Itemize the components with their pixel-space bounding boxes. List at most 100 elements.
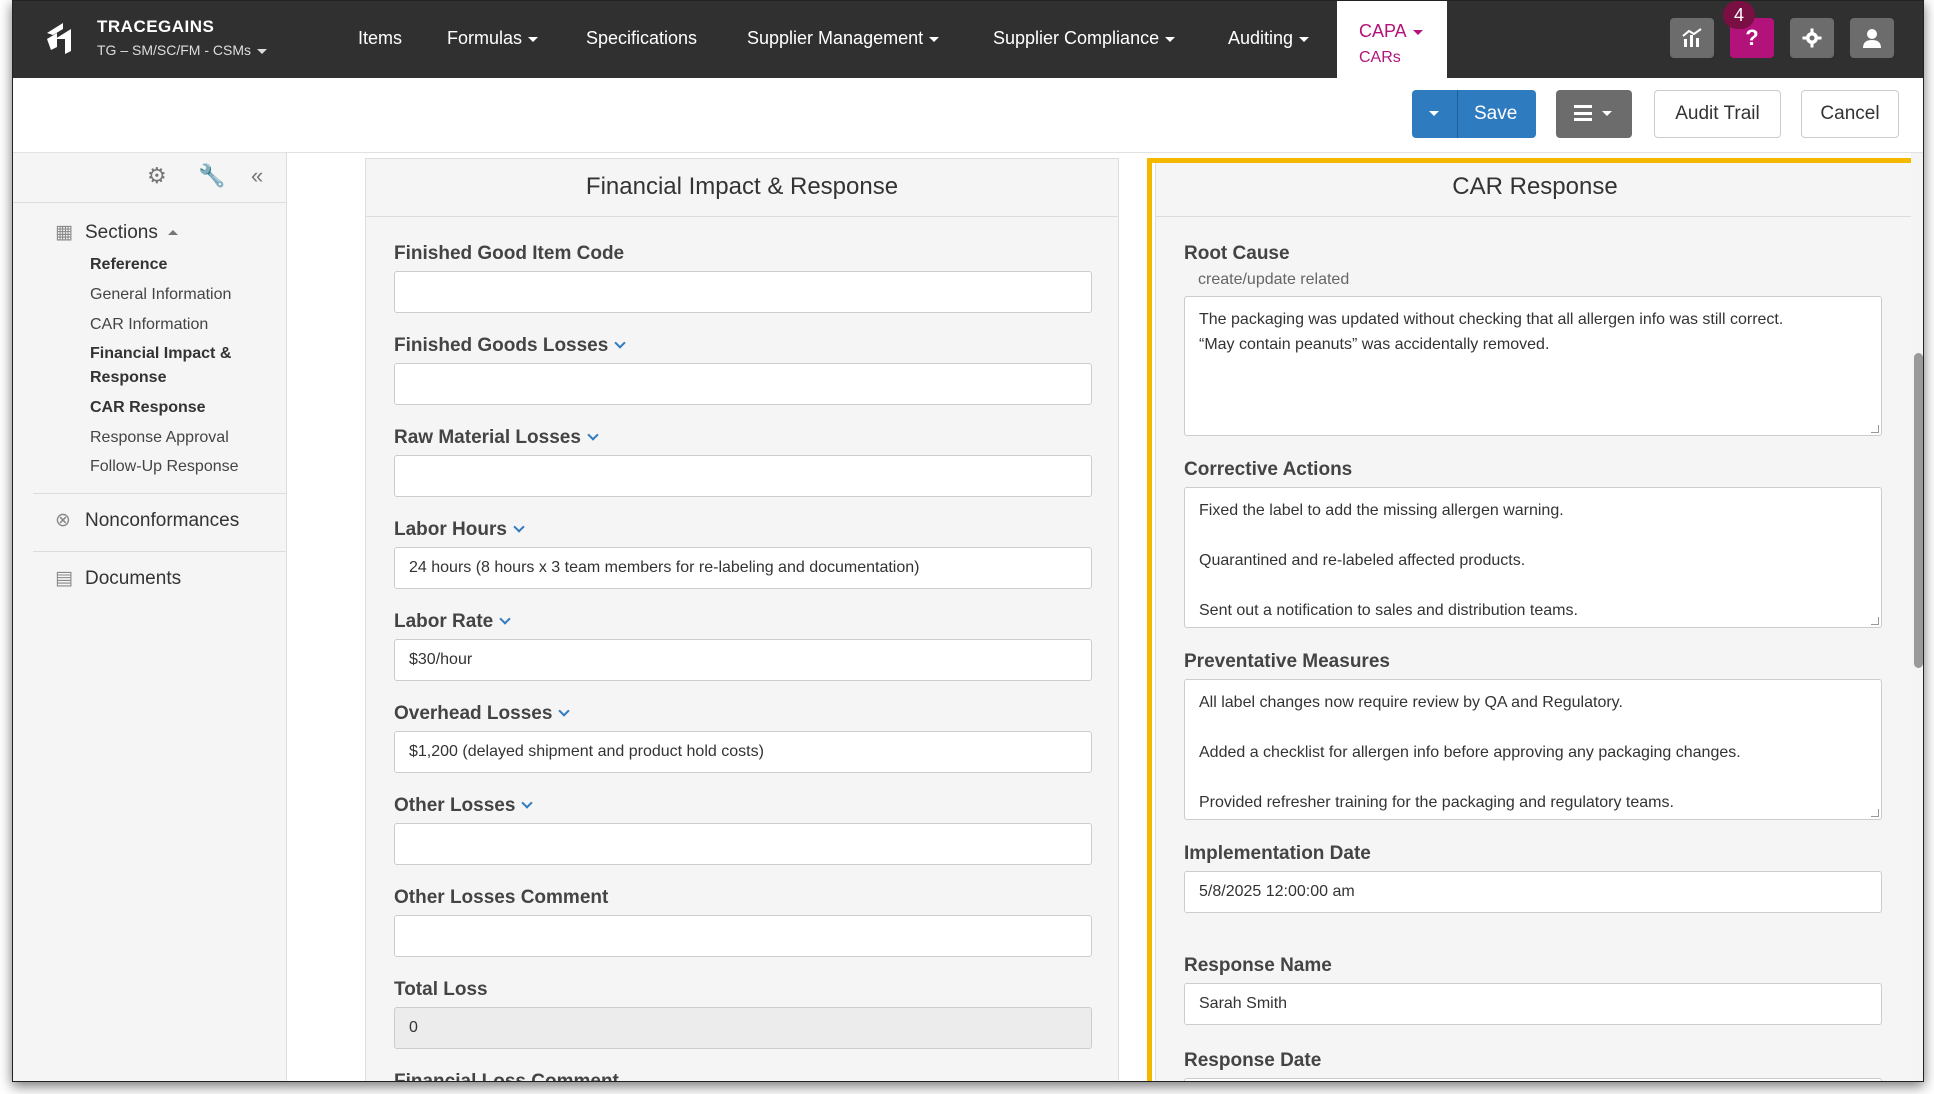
user-menu-button[interactable]: [1850, 18, 1894, 58]
sidebar-tools: ⚙ 🔧 «: [13, 153, 287, 203]
wrench-icon[interactable]: 🔧: [198, 163, 225, 189]
chevron-down-icon: [587, 429, 599, 441]
labor-rate-input[interactable]: $30/hour: [394, 639, 1092, 681]
grid-icon: ▦: [55, 222, 73, 243]
chevron-down-icon: [1299, 36, 1310, 42]
sidebar: ⚙ 🔧 « ▦ Sections Reference General Inform…: [13, 153, 287, 1081]
nav-auditing-label: Auditing: [1228, 28, 1294, 48]
chevron-down-icon: [1165, 36, 1176, 42]
help-icon: ?: [1745, 25, 1759, 50]
focus-highlight-frame: [1147, 158, 1923, 1081]
analytics-button[interactable]: [1670, 18, 1714, 58]
overhead-losses-label[interactable]: Overhead Losses: [394, 703, 571, 725]
other-losses-comment-input[interactable]: [394, 915, 1092, 957]
audit-trail-button[interactable]: Audit Trail: [1654, 90, 1781, 138]
nonconformances-label: Nonconformances: [85, 510, 240, 531]
brand[interactable]: TRACEGAINS TG – SM/SC/FM - CSMs: [41, 15, 301, 65]
save-button[interactable]: Save: [1474, 103, 1517, 125]
other-losses-input[interactable]: [394, 823, 1092, 865]
save-button-group[interactable]: Save: [1412, 90, 1536, 138]
chevron-down-icon: [499, 613, 511, 625]
sidebar-link-car-response[interactable]: CAR Response: [90, 396, 206, 420]
sidebar-link-reference[interactable]: Reference: [90, 253, 167, 277]
raw-material-losses-label[interactable]: Raw Material Losses: [394, 427, 599, 449]
nav-supplier-compliance[interactable]: Supplier Compliance: [993, 1, 1176, 78]
chevron-down-icon: [929, 36, 940, 42]
nav-auditing[interactable]: Auditing: [1228, 1, 1310, 78]
scrollbar-thumb[interactable]: [1914, 353, 1923, 668]
account-switcher[interactable]: TG – SM/SC/FM - CSMs: [97, 42, 267, 58]
sidebar-nonconformances[interactable]: ⊗ Nonconformances: [55, 509, 239, 532]
x-circle-icon: ⊗: [55, 510, 71, 531]
settings-button[interactable]: [1790, 18, 1834, 58]
financial-impact-panel: Financial Impact & Response Finished Goo…: [365, 158, 1119, 1081]
financial-panel-title: Financial Impact & Response: [366, 159, 1118, 217]
chevron-down-icon: [1602, 111, 1612, 116]
gear-icon: [1802, 28, 1822, 48]
sidebar-divider: [33, 551, 287, 552]
chevron-down-icon: [1412, 29, 1423, 35]
chevron-down-icon: [558, 705, 571, 717]
top-navbar: TRACEGAINS TG – SM/SC/FM - CSMs Items Fo…: [13, 1, 1923, 78]
sections-toggle[interactable]: ▦ Sections: [55, 221, 178, 244]
page-scrollbar[interactable]: [1911, 153, 1923, 1081]
collapse-sidebar-icon[interactable]: «: [251, 163, 263, 189]
sidebar-link-response-approval[interactable]: Response Approval: [90, 426, 229, 450]
main-content: Financial Impact & Response Finished Goo…: [287, 153, 1923, 1081]
hamburger-icon: [1574, 105, 1592, 121]
total-loss-input: 0: [394, 1007, 1092, 1049]
app-window: TRACEGAINS TG – SM/SC/FM - CSMs Items Fo…: [12, 0, 1924, 1082]
account-label: TG – SM/SC/FM - CSMs: [97, 42, 251, 58]
labor-hours-text: Labor Hours: [394, 519, 507, 540]
other-losses-comment-label: Other Losses Comment: [394, 887, 609, 908]
chevron-down-icon: [1429, 111, 1439, 116]
save-dropdown-toggle[interactable]: [1412, 90, 1458, 138]
sidebar-link-general-information[interactable]: General Information: [90, 283, 231, 307]
chevron-down-icon: [513, 521, 525, 533]
other-losses-label[interactable]: Other Losses: [394, 795, 534, 817]
raw-material-losses-input[interactable]: [394, 455, 1092, 497]
finished-good-item-code-label: Finished Good Item Code: [394, 243, 625, 264]
gear-icon[interactable]: ⚙: [147, 163, 167, 189]
notification-badge[interactable]: 4: [1723, 1, 1755, 29]
nav-specifications[interactable]: Specifications: [586, 1, 697, 78]
finished-goods-losses-label[interactable]: Finished Goods Losses: [394, 335, 626, 357]
labor-hours-label[interactable]: Labor Hours: [394, 519, 525, 541]
chevron-down-icon: [528, 36, 539, 42]
nav-capa-sub: CARs: [1359, 49, 1401, 66]
brand-name: TRACEGAINS: [97, 17, 215, 36]
chevron-down-icon: [521, 797, 534, 809]
other-losses-text: Other Losses: [394, 795, 516, 816]
chart-icon: [1682, 28, 1702, 47]
nav-items[interactable]: Items: [358, 1, 402, 78]
labor-rate-text: Labor Rate: [394, 611, 494, 632]
sidebar-link-follow-up-response[interactable]: Follow-Up Response: [90, 455, 239, 479]
documents-label: Documents: [85, 568, 182, 589]
chevron-up-icon: [167, 230, 178, 236]
chevron-down-icon: [257, 48, 267, 54]
more-actions-button[interactable]: [1556, 90, 1632, 138]
nav-capa[interactable]: CAPA CARs: [1337, 1, 1447, 78]
chevron-down-icon: [614, 337, 626, 349]
labor-hours-input[interactable]: 24 hours (8 hours x 3 team members for r…: [394, 547, 1092, 589]
nav-supplier-management[interactable]: Supplier Management: [747, 1, 940, 78]
total-loss-label: Total Loss: [394, 979, 488, 1000]
finished-goods-losses-input[interactable]: [394, 363, 1092, 405]
cancel-button[interactable]: Cancel: [1801, 90, 1899, 138]
tracegains-logo-icon: [47, 23, 71, 54]
finished-good-item-code-input[interactable]: [394, 271, 1092, 313]
sections-label: Sections: [85, 222, 158, 243]
overhead-losses-input[interactable]: $1,200 (delayed shipment and product hol…: [394, 731, 1092, 773]
nav-capa-title: CAPA: [1359, 21, 1423, 42]
action-toolbar: Save Audit Trail Cancel: [13, 78, 1923, 153]
sidebar-documents[interactable]: ▤ Documents: [55, 567, 181, 590]
labor-rate-label[interactable]: Labor Rate: [394, 611, 511, 633]
nav-capa-label: CAPA: [1359, 21, 1407, 41]
sidebar-link-car-information[interactable]: CAR Information: [90, 313, 208, 337]
finished-goods-losses-text: Finished Goods Losses: [394, 335, 609, 356]
sidebar-link-financial-impact[interactable]: Financial Impact & Response: [90, 342, 260, 390]
nav-formulas[interactable]: Formulas: [447, 1, 539, 78]
nav-supplier-compliance-label: Supplier Compliance: [993, 28, 1160, 48]
overhead-losses-text: Overhead Losses: [394, 703, 553, 724]
sidebar-divider: [33, 493, 287, 494]
